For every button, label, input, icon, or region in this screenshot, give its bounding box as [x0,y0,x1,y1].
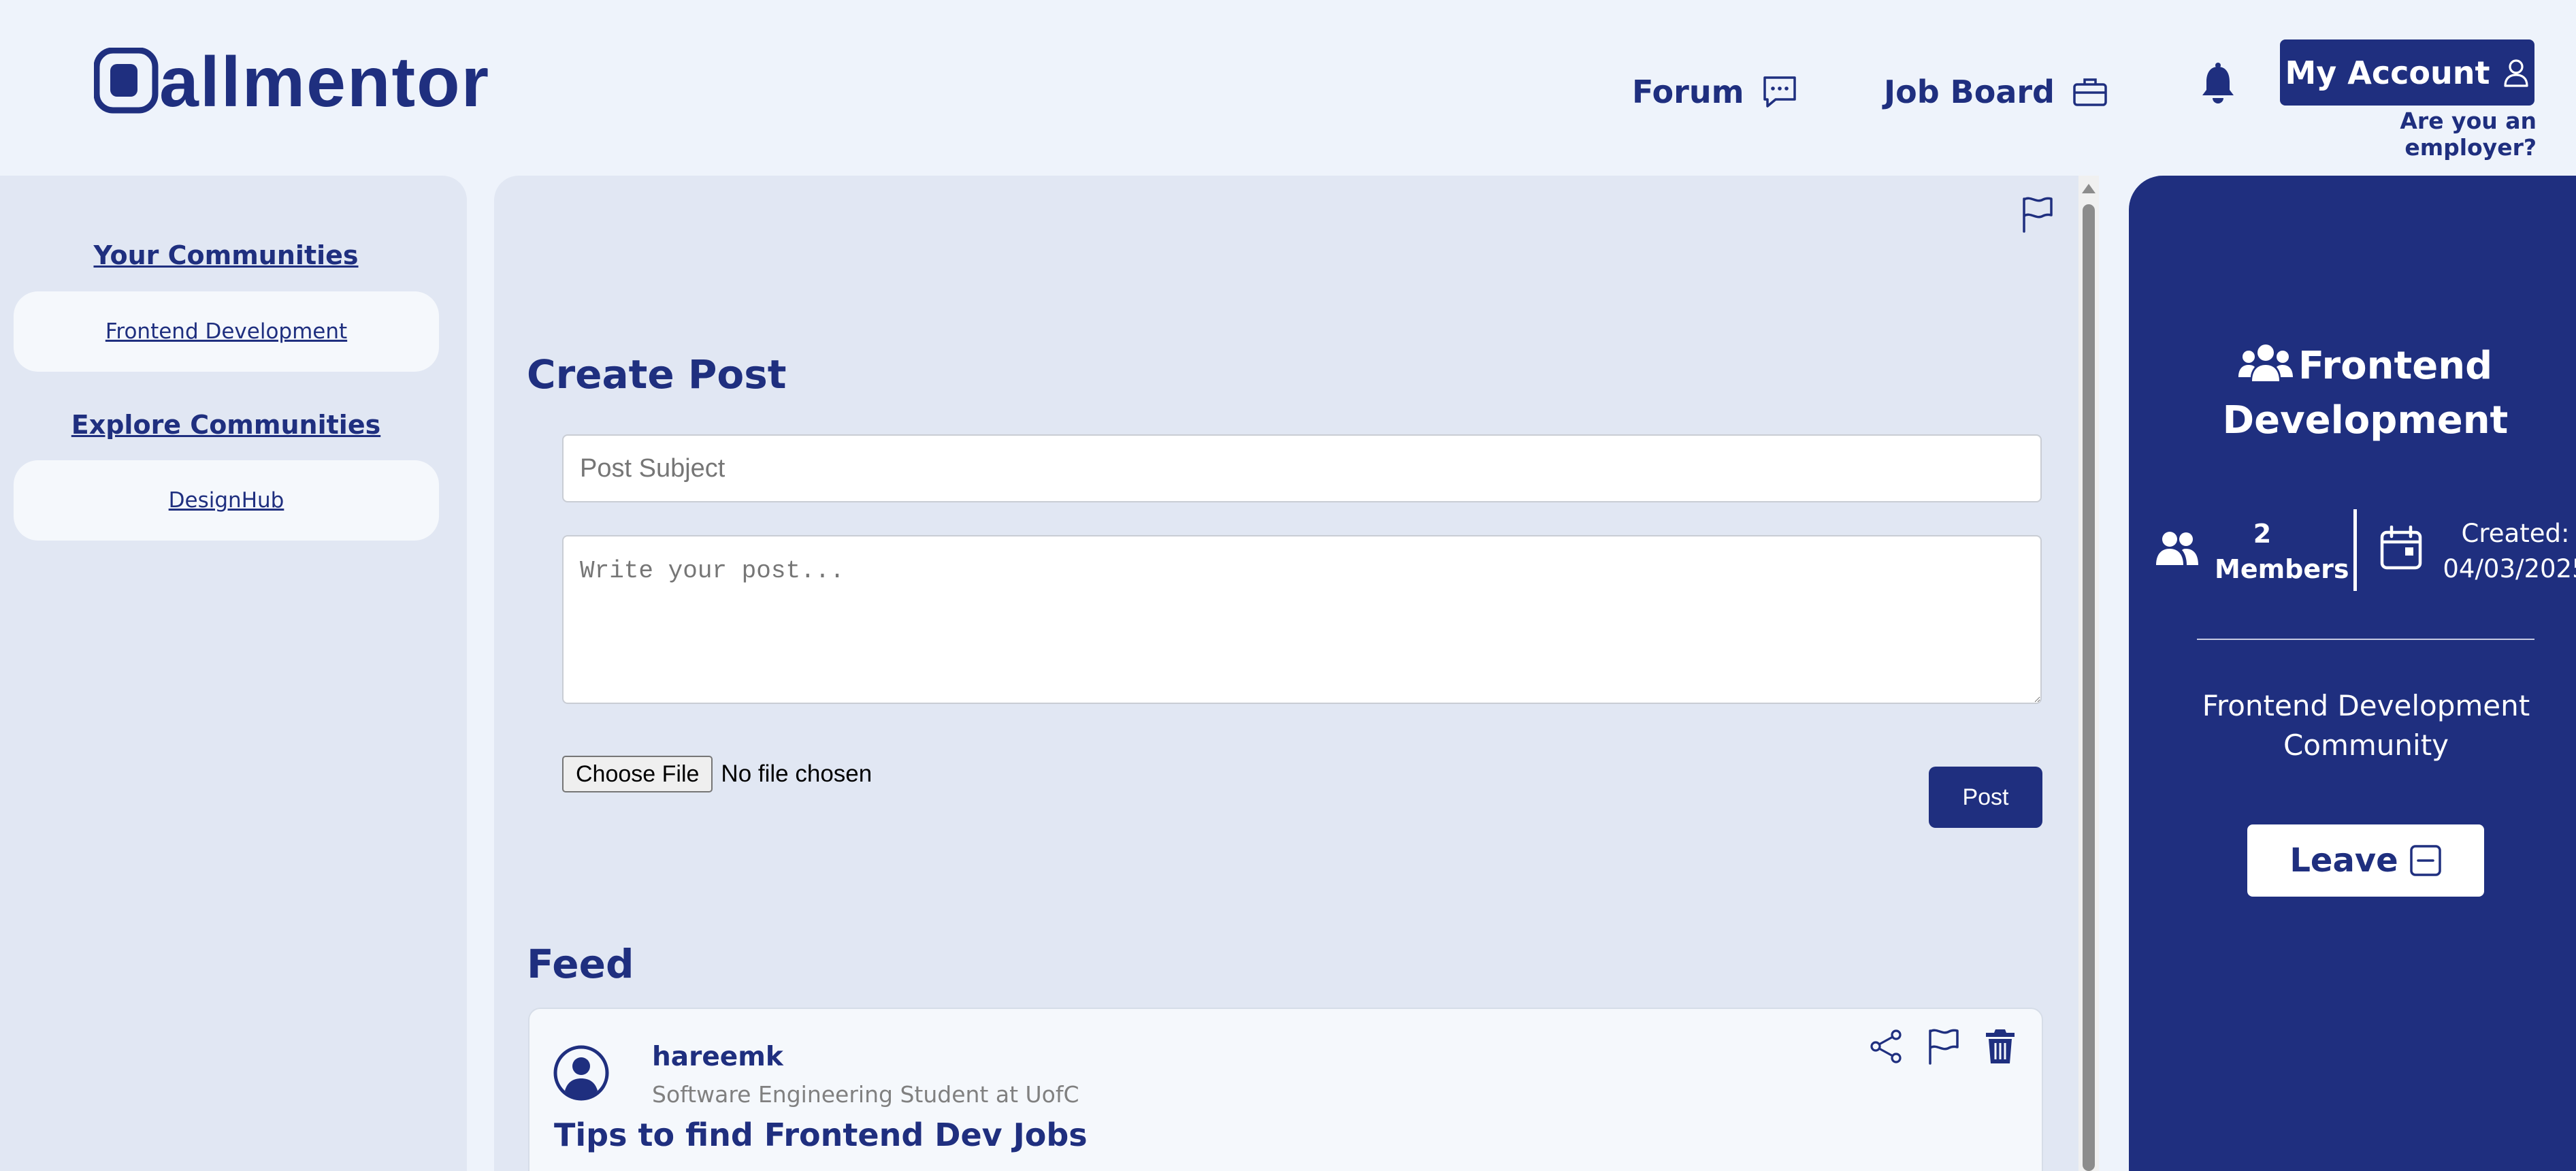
my-account-button[interactable]: My Account [2280,39,2534,106]
members-icon [2156,532,2198,565]
community-title: Frontend Development [2129,339,2576,448]
stats-divider [2353,509,2357,591]
created-date-value: 04/03/2025 [2443,554,2576,583]
flag-icon[interactable] [2020,195,2054,234]
user-icon [2503,59,2528,87]
your-communities-title[interactable]: Your Communities [0,240,452,270]
post-title[interactable]: Tips to find Frontend Dev Jobs [554,1117,1088,1153]
main-scrollbar[interactable] [2078,176,2099,1171]
explore-communities-title[interactable]: Explore Communities [0,410,452,440]
created-label: Created: [2461,519,2570,548]
svg-text:allmentor: allmentor [159,48,490,116]
community-group-icon [2238,344,2293,381]
members-count: 2 Members [2215,516,2349,587]
community-description-line1: Frontend Development [2202,689,2530,722]
chat-bubble-icon [1763,76,1796,108]
file-upload: Choose File No file chosen [562,756,872,792]
choose-file-button[interactable]: Choose File [562,756,713,792]
created-date: Created: 04/03/2025 [2441,516,2576,587]
post-subject-input[interactable] [562,434,2042,502]
avatar [553,1045,609,1101]
calendar-icon [2380,526,2422,570]
communities-sidebar: Your Communities Frontend Development Ex… [0,176,467,1171]
flag-icon[interactable] [1925,1027,1961,1066]
sidebar-item-frontend-development[interactable]: Frontend Development [14,291,439,372]
leave-community-button[interactable]: Leave [2247,824,2484,897]
briefcase-icon [2073,78,2107,106]
community-description: Frontend Development Community [2156,686,2576,765]
share-icon[interactable] [1868,1027,1904,1066]
scrollbar-thumb[interactable] [2083,204,2095,1171]
divider [2197,639,2534,640]
nav-forum-label: Forum [1632,74,1744,110]
nav-job-board-label: Job Board [1884,74,2055,110]
community-info-panel: Frontend Development 2 Members Created: … [2129,176,2576,1171]
main-content: Create Post Choose File No file chosen P… [494,176,2078,1171]
file-status-text: No file chosen [721,760,873,787]
sidebar-item-designhub[interactable]: DesignHub [14,460,439,541]
post-author-name[interactable]: hareemk [652,1042,783,1072]
community-name-line1: Frontend [2298,344,2493,388]
community-description-line2: Community [2283,728,2449,762]
members-count-label: Members [2215,554,2349,584]
post-button[interactable]: Post [1929,767,2042,828]
nav-forum[interactable]: Forum [1632,68,1797,116]
members-count-value: 2 [2253,519,2272,549]
feed-title: Feed [527,941,634,987]
feed-post-card[interactable]: hareemk Software Engineering Student at … [528,1008,2043,1171]
my-account-label: My Account [2285,54,2490,91]
nav-job-board[interactable]: Job Board [1884,68,2108,116]
create-post-title: Create Post [527,351,787,398]
post-actions [1868,1027,2019,1066]
scroll-up-arrow-icon[interactable] [2078,180,2099,197]
post-body-textarea[interactable] [562,535,2042,704]
community-stats: 2 Members Created: 04/03/2025 [2149,509,2576,598]
minus-square-icon [2409,845,2441,876]
trash-icon[interactable] [1982,1027,2019,1066]
community-name-line2: Development [2222,398,2509,443]
employer-link[interactable]: Are you an employer? [2290,108,2537,161]
bell-icon[interactable] [2198,63,2238,106]
leave-label: Leave [2289,841,2398,880]
callmentor-logo[interactable]: allmentor [94,48,543,116]
post-author-title: Software Engineering Student at UofC [652,1081,1079,1108]
